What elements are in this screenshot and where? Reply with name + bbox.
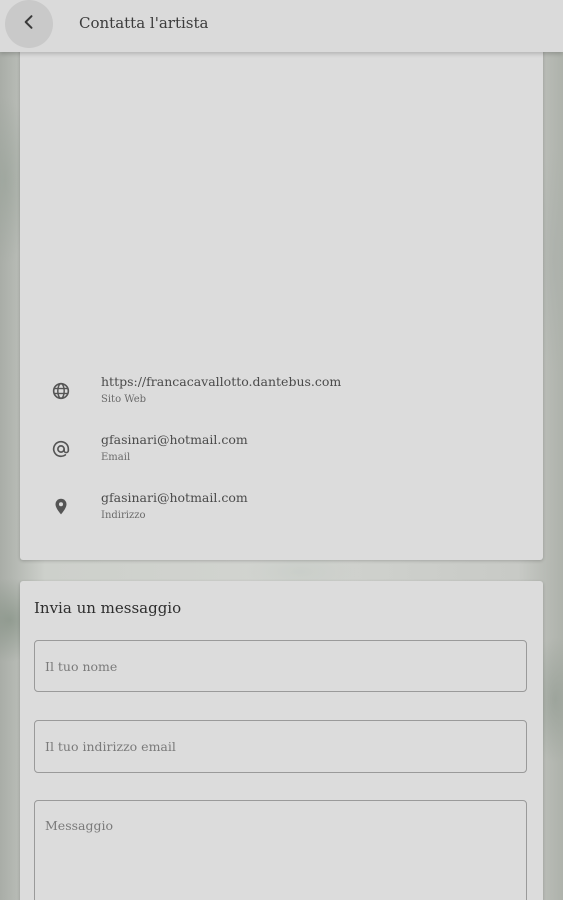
- contact-info-card: https://francacavallotto.dantebus.com Si…: [20, 48, 543, 560]
- message-textarea[interactable]: [34, 800, 527, 900]
- chevron-left-icon: [19, 12, 39, 36]
- website-label: Sito Web: [101, 394, 147, 405]
- website-row[interactable]: https://francacavallotto.dantebus.com Si…: [20, 374, 543, 424]
- email-label: Email: [101, 452, 131, 463]
- name-input[interactable]: [34, 640, 527, 692]
- website-value: https://francacavallotto.dantebus.com: [101, 374, 342, 389]
- message-form-title: Invia un messaggio: [34, 599, 182, 617]
- address-label: Indirizzo: [101, 510, 146, 521]
- location-pin-icon: [50, 496, 72, 518]
- email-row[interactable]: gfasinari@hotmail.com Email: [20, 432, 543, 482]
- back-button[interactable]: [5, 0, 53, 48]
- email-input[interactable]: [34, 720, 527, 773]
- at-icon: [50, 438, 72, 460]
- message-form-card: Invia un messaggio: [20, 581, 543, 900]
- address-row[interactable]: gfasinari@hotmail.com Indirizzo: [20, 490, 543, 540]
- globe-icon: [50, 380, 72, 402]
- app-bar: Contatta l'artista: [0, 0, 563, 52]
- page-title: Contatta l'artista: [79, 14, 209, 32]
- email-value: gfasinari@hotmail.com: [101, 432, 248, 447]
- address-value: gfasinari@hotmail.com: [101, 490, 248, 505]
